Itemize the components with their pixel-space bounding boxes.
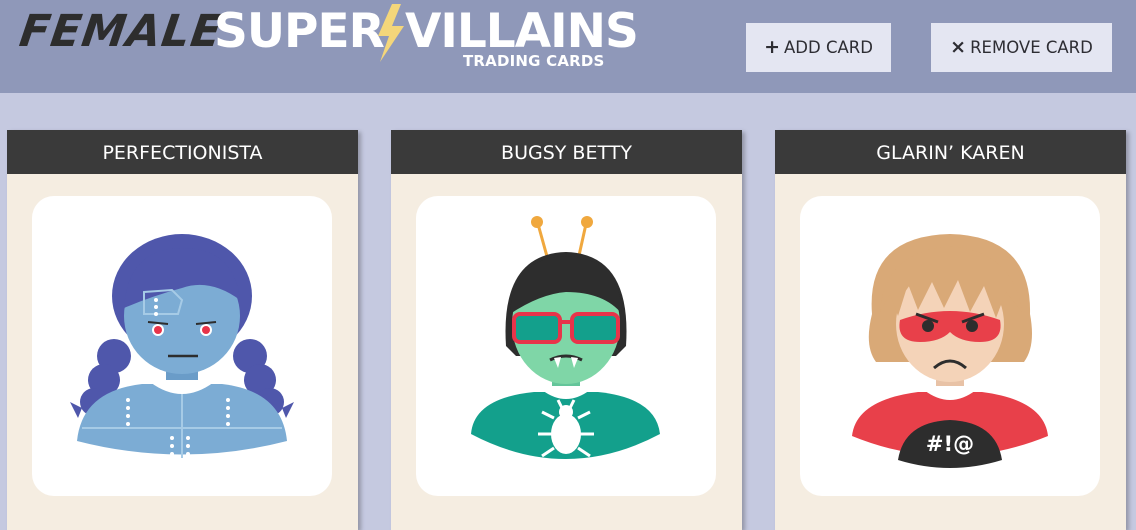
app-header: FEMALE SUPER VILLAINS TRADING CARDS + AD… [0,0,1136,93]
card-title: GLARIN’ KAREN [775,130,1126,174]
remove-card-label: REMOVE CARD [970,38,1093,57]
shirt-text: #!@ [926,432,974,456]
add-card-label: ADD CARD [784,38,873,57]
portrait-glarin-karen: #!@ [800,196,1100,496]
portrait-bugsy-betty [416,196,716,496]
logo-female-text: FEMALE [16,6,226,57]
villain-card-perfectionista[interactable]: PERFECTIONISTA [7,130,358,530]
lightning-bolt-icon [378,4,404,62]
masked-villain-avatar-icon: #!@ [852,234,1048,468]
card-title: BUGSY BETTY [391,130,742,174]
logo-super-text: SUPER [214,4,385,59]
card-title: PERFECTIONISTA [7,130,358,174]
close-icon: × [950,36,967,58]
portrait-perfectionista [32,196,332,496]
remove-card-button[interactable]: × REMOVE CARD [931,23,1112,72]
logo-villains-text: VILLAINS [405,4,639,59]
logo-subtitle: TRADING CARDS [463,52,605,70]
plus-icon: + [764,36,780,58]
villain-card-glarin-karen[interactable]: GLARIN’ KAREN #!@ [775,130,1126,530]
villain-card-bugsy-betty[interactable]: BUGSY BETTY [391,130,742,530]
robot-villain-avatar-icon [70,234,294,458]
bug-villain-avatar-icon [471,216,660,459]
add-card-button[interactable]: + ADD CARD [746,23,891,72]
